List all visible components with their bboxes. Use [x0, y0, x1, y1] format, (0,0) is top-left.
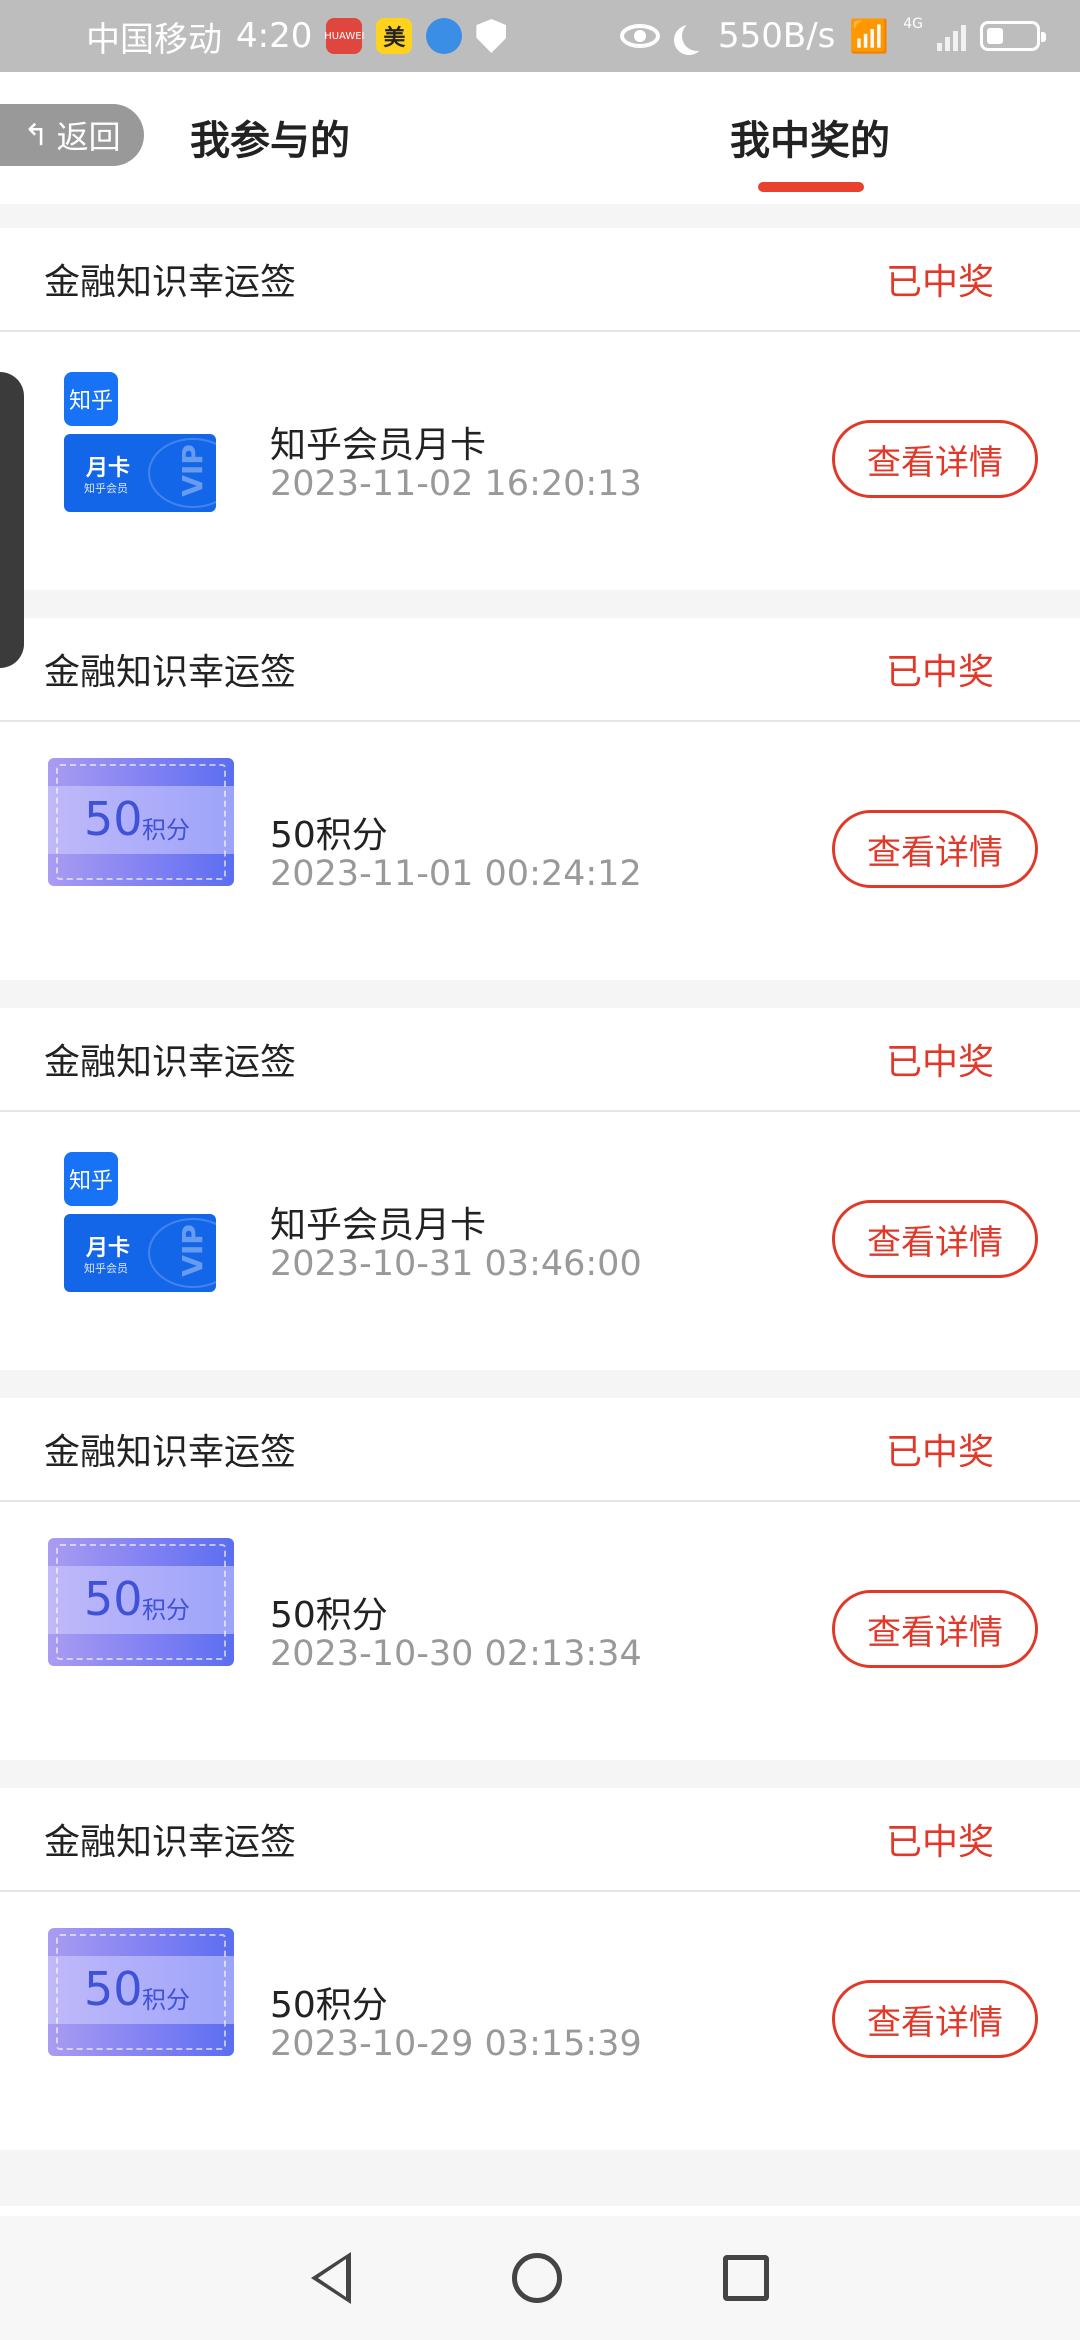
vip-card-subtitle: 知乎会员 — [84, 482, 128, 495]
status-bar: 中国移动 4:20 HUAWEI 美 550B/s 📶 4G — [0, 0, 1080, 72]
battery-icon — [980, 21, 1046, 51]
prize-time: 2023-11-02 16:20:13 — [270, 464, 642, 504]
prize-name: 50积分 — [270, 1595, 388, 1636]
record-activity-title: 金融知识幸运签 — [44, 262, 297, 303]
vip-mark: VIP — [175, 1224, 209, 1277]
zhihu-logo-icon: 知乎 — [64, 1152, 118, 1206]
zhihu-logo-icon: 知乎 — [64, 372, 118, 426]
carrier-label: 中国移动 — [86, 19, 222, 60]
record-body: 50 积分 50积分 2023-11-01 00:24:12 查看详情 — [0, 722, 1080, 980]
zhihu-vip-card-image: 知乎 月卡 知乎会员 VIP — [62, 372, 222, 512]
record-header: 金融知识幸运签 已中奖 — [0, 618, 1080, 722]
view-details-button[interactable]: 查看详情 — [832, 810, 1038, 888]
clock: 4:20 — [236, 16, 313, 56]
prize-time: 2023-10-29 03:15:39 — [270, 2024, 642, 2064]
coupon-amount: 50 — [84, 1572, 143, 1626]
prize-name: 50积分 — [270, 1985, 388, 2026]
record-status: 已中奖 — [885, 1822, 994, 1863]
record-activity-title: 金融知识幸运签 — [44, 652, 297, 693]
prize-name: 知乎会员月卡 — [270, 1205, 487, 1246]
record-activity-title: 金融知识幸运签 — [44, 1042, 297, 1083]
browser-icon — [426, 18, 463, 54]
nav-home-icon[interactable] — [511, 2253, 562, 2303]
points-coupon-image: 50 积分 — [48, 1928, 234, 2056]
vip-card-graphic: 月卡 知乎会员 VIP — [64, 434, 216, 512]
vip-mark: VIP — [175, 444, 209, 497]
signal-icon — [937, 21, 966, 51]
record-header: 金融知识幸运签 已中奖 — [0, 1398, 1080, 1502]
view-details-button[interactable]: 查看详情 — [832, 420, 1038, 498]
view-details-button[interactable]: 查看详情 — [832, 1980, 1038, 2058]
back-button[interactable]: ↰ 返回 — [0, 104, 144, 166]
points-coupon-image: 50 积分 — [48, 758, 234, 886]
record-status: 已中奖 — [885, 1042, 994, 1083]
coupon-unit: 积分 — [142, 1596, 190, 1624]
wifi-icon: 📶 — [849, 17, 890, 55]
record-card: 金融知识幸运签 已中奖 50 积分 50积分 2023-10-29 03:15:… — [0, 1788, 1080, 2150]
record-card: 金融知识幸运签 已中奖 知乎 月卡 知乎会员 VIP 知乎会员月卡 2023-1… — [0, 1008, 1080, 1370]
record-header: 金融知识幸运签 已中奖 — [0, 1788, 1080, 1892]
prize-time: 2023-10-31 03:46:00 — [270, 1244, 642, 1284]
nav-recents-icon[interactable] — [723, 2255, 770, 2301]
record-status: 已中奖 — [885, 262, 994, 303]
coupon-amount: 50 — [84, 792, 143, 846]
record-card: 金融知识幸运签 已中奖 知乎 月卡 知乎会员 VIP 知乎会员月卡 2023-1… — [0, 228, 1080, 590]
floating-side-handle[interactable] — [0, 372, 24, 668]
network-type-label: 4G — [903, 16, 923, 32]
do-not-disturb-moon-icon — [682, 21, 712, 51]
active-tab-indicator — [758, 182, 864, 192]
huawei-store-icon: HUAWEI — [324, 18, 365, 54]
tab-participated[interactable]: 我参与的 — [190, 108, 350, 166]
points-coupon-image: 50 积分 — [48, 1538, 234, 1666]
prize-name: 50积分 — [270, 815, 388, 856]
zhihu-vip-card-image: 知乎 月卡 知乎会员 VIP — [62, 1152, 222, 1292]
coupon-amount: 50 — [84, 1962, 143, 2016]
shield-icon — [476, 19, 507, 53]
tab-won[interactable]: 我中奖的 — [730, 108, 890, 166]
record-body: 知乎 月卡 知乎会员 VIP 知乎会员月卡 2023-10-31 03:46:0… — [0, 1112, 1080, 1370]
record-body: 50 积分 50积分 2023-10-30 02:13:34 查看详情 — [0, 1502, 1080, 1760]
record-body: 知乎 月卡 知乎会员 VIP 知乎会员月卡 2023-11-02 16:20:1… — [0, 332, 1080, 590]
back-arrow-icon: ↰ — [23, 117, 49, 153]
prize-name: 知乎会员月卡 — [270, 425, 487, 466]
record-status: 已中奖 — [885, 652, 994, 693]
vip-card-subtitle: 知乎会员 — [84, 1262, 128, 1275]
prize-time: 2023-10-30 02:13:34 — [270, 1634, 642, 1674]
nav-back-icon[interactable] — [310, 2252, 351, 2304]
page-header: ↰ 返回 我参与的 我中奖的 — [0, 72, 1080, 204]
vip-card-title: 月卡 — [86, 1236, 131, 1261]
eye-comfort-icon — [620, 24, 660, 48]
system-navigation-bar — [0, 2216, 1080, 2340]
record-header: 金融知识幸运签 已中奖 — [0, 1008, 1080, 1112]
coupon-unit: 积分 — [142, 816, 190, 844]
coupon-unit: 积分 — [142, 1986, 190, 2014]
back-button-label: 返回 — [56, 118, 121, 156]
record-card: 金融知识幸运签 已中奖 50 积分 50积分 2023-11-01 00:24:… — [0, 618, 1080, 980]
view-details-button[interactable]: 查看详情 — [832, 1200, 1038, 1278]
vip-card-graphic: 月卡 知乎会员 VIP — [64, 1214, 216, 1292]
record-body: 50 积分 50积分 2023-10-29 03:15:39 查看详情 — [0, 1892, 1080, 2150]
status-bar-right: 550B/s 📶 4G — [620, 16, 1046, 56]
record-card: 金融知识幸运签 已中奖 50 积分 50积分 2023-10-30 02:13:… — [0, 1398, 1080, 1760]
vip-card-title: 月卡 — [86, 456, 131, 481]
view-details-button[interactable]: 查看详情 — [832, 1590, 1038, 1668]
network-speed: 550B/s — [718, 16, 836, 56]
status-bar-left: 中国移动 4:20 HUAWEI 美 — [86, 12, 507, 61]
record-header: 金融知识幸运签 已中奖 — [0, 228, 1080, 332]
record-activity-title: 金融知识幸运签 — [44, 1822, 297, 1863]
record-activity-title: 金融知识幸运签 — [44, 1432, 297, 1473]
meituan-icon: 美 — [376, 18, 413, 54]
record-status: 已中奖 — [885, 1432, 994, 1473]
prize-time: 2023-11-01 00:24:12 — [270, 854, 642, 894]
